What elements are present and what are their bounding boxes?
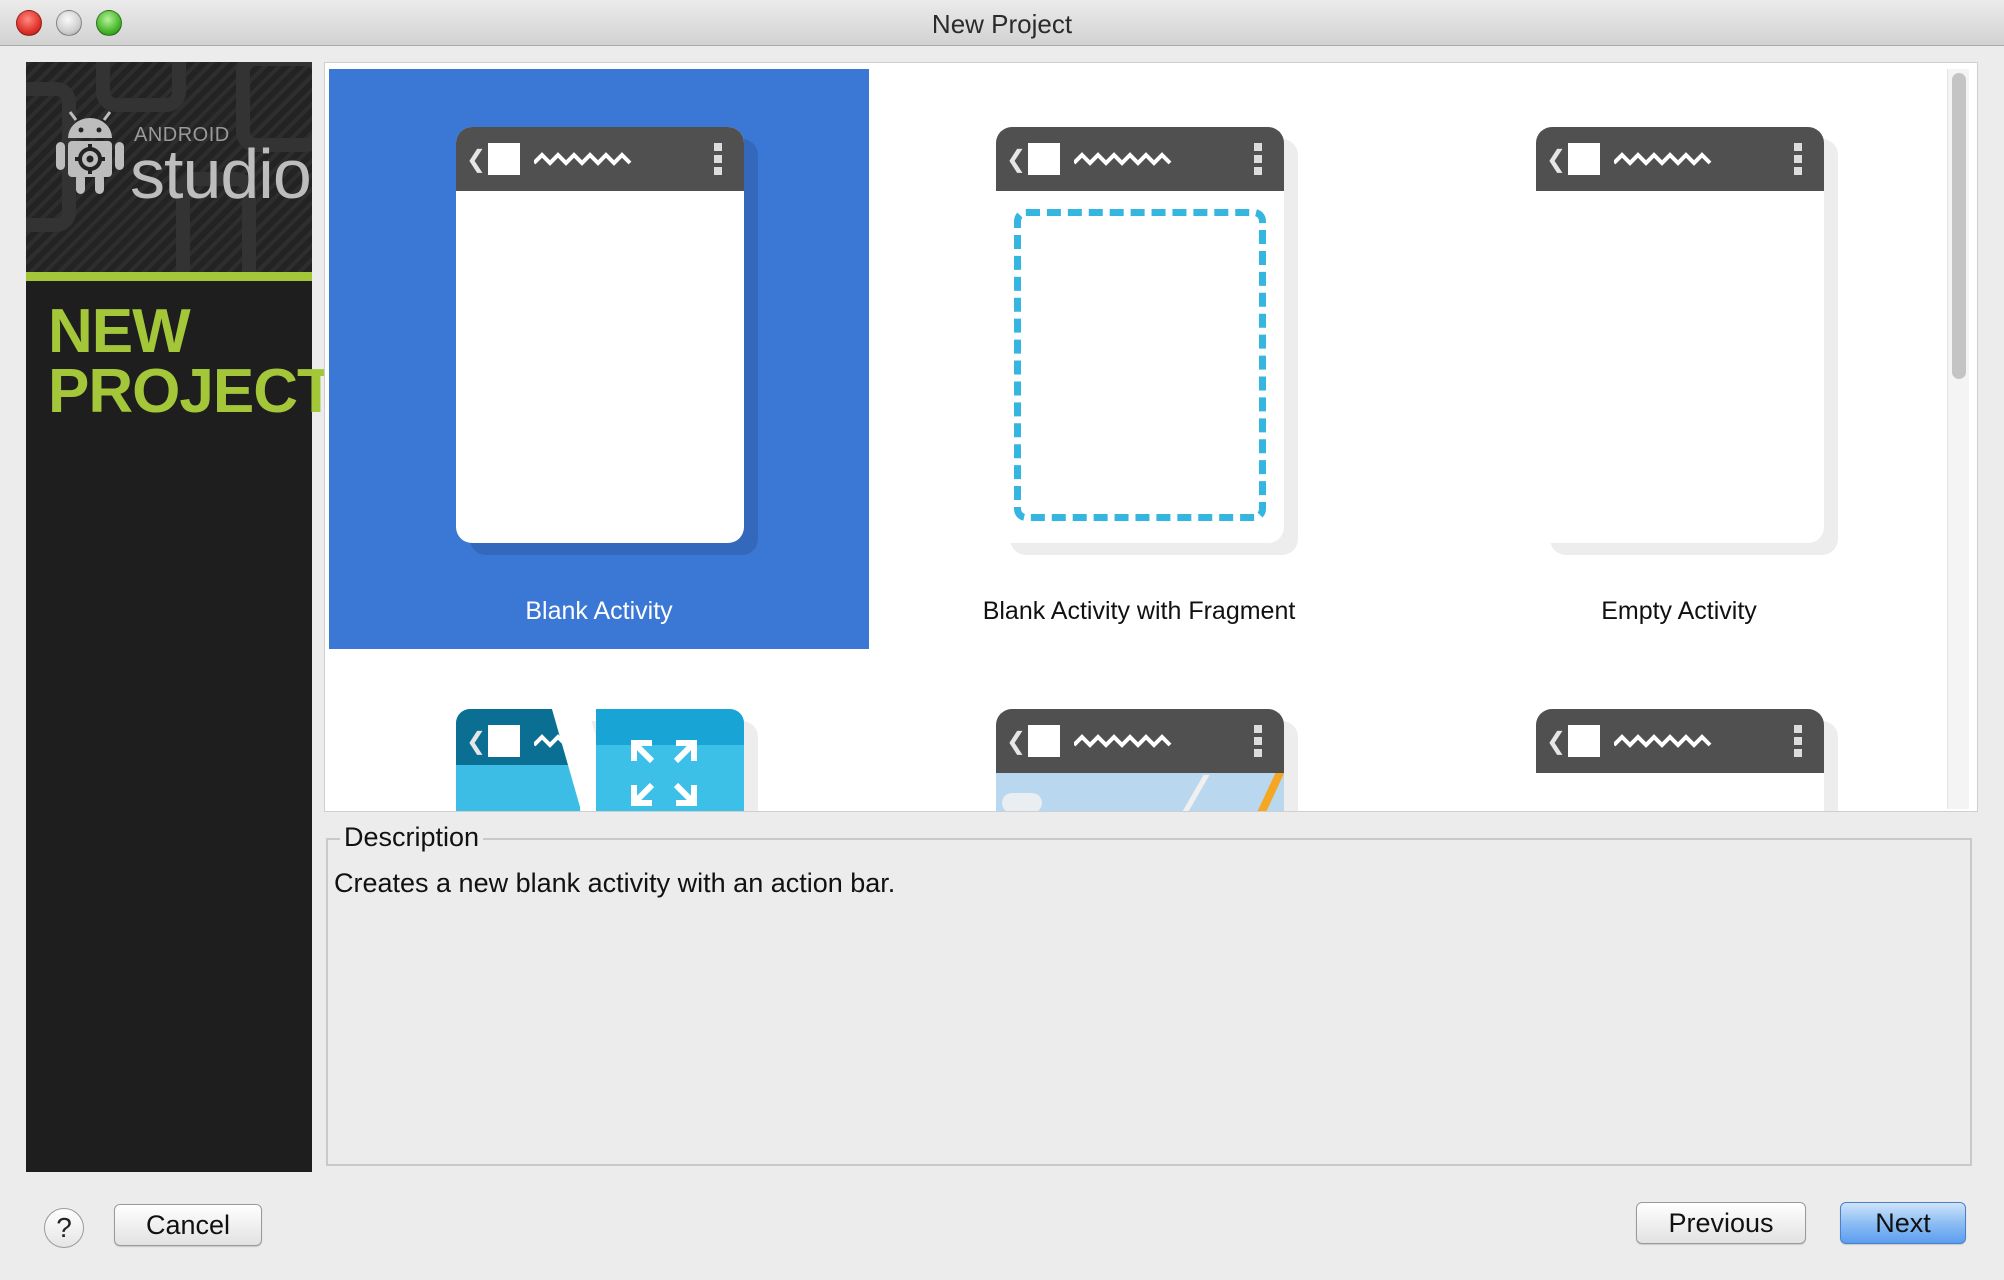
template-tile-activity[interactable]: ❮ xyxy=(1409,649,1949,811)
cancel-button[interactable]: Cancel xyxy=(114,1204,262,1246)
template-tile-map-activity[interactable]: ❮ xyxy=(869,649,1409,811)
previous-button[interactable]: Previous xyxy=(1636,1202,1806,1244)
map-activity-thumbnail-icon: ❮ xyxy=(996,709,1298,811)
brand-divider xyxy=(26,272,312,281)
brand-panel: ANDROID studio NEW PROJECT xyxy=(26,62,335,1172)
next-button[interactable]: Next xyxy=(1840,1202,1966,1244)
template-label: Blank Activity with Fragment xyxy=(982,597,1296,625)
empty-activity-thumbnail-icon: ❮ xyxy=(1536,127,1838,555)
title-bar: New Project xyxy=(0,0,2004,46)
page-heading: NEW PROJECT xyxy=(48,297,335,426)
fullscreen-activity-thumbnail-icon: ❮ xyxy=(456,705,758,811)
description-text: Creates a new blank activity with an act… xyxy=(334,868,896,898)
template-label: Blank Activity xyxy=(525,597,673,625)
template-tile-blank-activity[interactable]: ❮ Blank Activity xyxy=(329,69,869,649)
template-tile-empty-activity[interactable]: ❮ Empty Activity xyxy=(1409,69,1949,649)
help-button[interactable]: ? xyxy=(44,1208,84,1248)
template-label: Empty Activity xyxy=(1601,597,1757,625)
activity-thumbnail-icon: ❮ xyxy=(1536,709,1838,811)
window-title: New Project xyxy=(931,9,1073,39)
android-robot-icon xyxy=(56,111,124,194)
brand-studio-label: studio xyxy=(130,135,312,213)
blank-fragment-thumbnail-icon: ❮ xyxy=(996,127,1298,555)
gallery-scrollbar[interactable] xyxy=(1947,69,1969,809)
template-tile-blank-activity-with-fragment[interactable]: ❮ Blank Activity with Fragment xyxy=(869,69,1409,649)
description-legend: Description xyxy=(340,822,484,853)
page-heading-line1: NEW xyxy=(48,297,191,366)
description-panel: Description Creates a new blank activity… xyxy=(326,822,1972,1166)
gallery-scroll-thumb[interactable] xyxy=(1952,73,1966,379)
template-tile-fullscreen-activity[interactable]: ❮ xyxy=(329,649,869,811)
template-gallery[interactable]: ❮ Blank Activity ❮ Blank Activity with F… xyxy=(324,62,1978,812)
expand-icon xyxy=(631,740,697,806)
brand-header: ANDROID studio xyxy=(26,62,312,272)
page-heading-line2: PROJECT xyxy=(48,357,335,426)
blank-activity-thumbnail-icon: ❮ xyxy=(456,127,758,555)
